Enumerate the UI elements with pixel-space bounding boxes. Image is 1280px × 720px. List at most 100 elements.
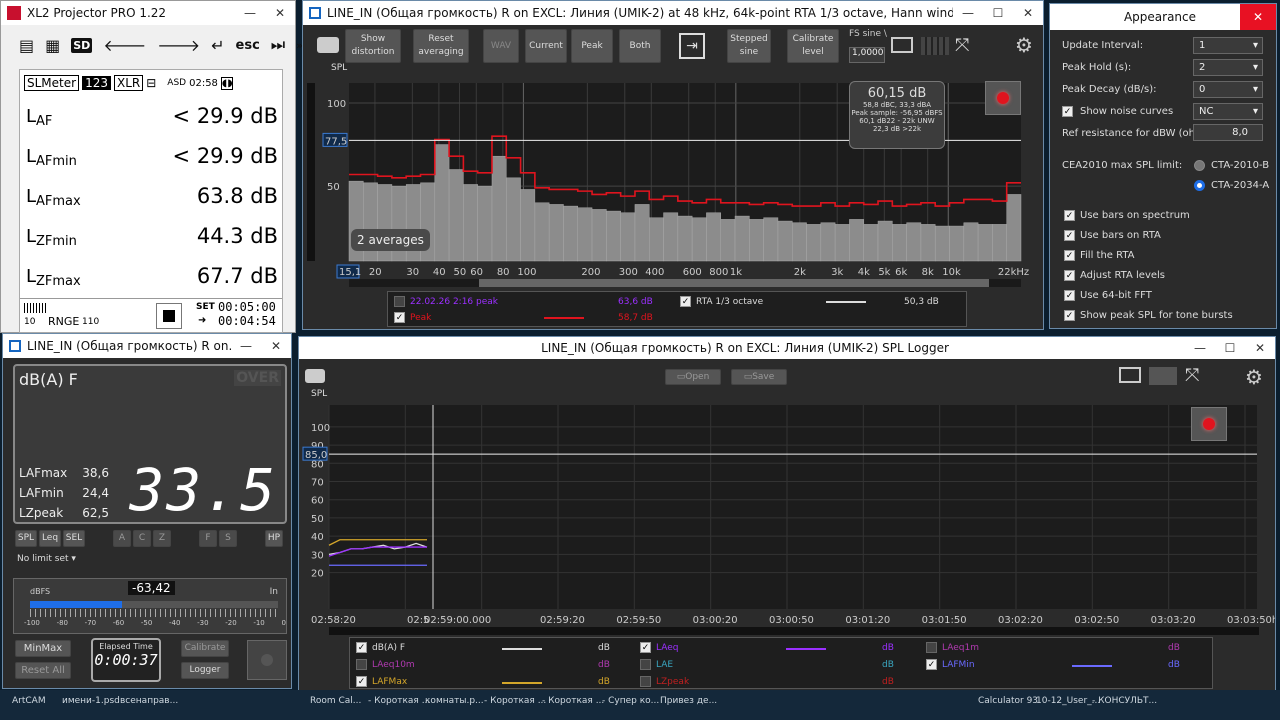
ap-cea-option[interactable]: CTA-2034-A xyxy=(1194,180,1269,191)
rta-scrollbar[interactable] xyxy=(349,279,1021,287)
arrow-right-icon[interactable]: 🡒 xyxy=(157,35,200,55)
meter-btn-c[interactable]: C xyxy=(133,530,151,547)
taskbar-item[interactable]: Calculator 93 xyxy=(978,696,1038,706)
rta-btn-0[interactable]: Show distortion xyxy=(345,29,401,63)
legend-peak-checkbox[interactable]: ✓ xyxy=(394,312,405,323)
settings-gear-icon[interactable]: ⚙ xyxy=(1015,33,1033,57)
ap-checkbox[interactable]: ✓ xyxy=(1064,210,1075,221)
export-icon[interactable]: ⇥ xyxy=(679,33,705,59)
taskbar-item[interactable]: имени-1.psd xyxy=(62,696,120,706)
logger-legend-item[interactable]: LAeq10m xyxy=(356,659,415,670)
logger-legend-checkbox[interactable]: ✓ xyxy=(356,676,367,687)
sd-icon[interactable]: SD xyxy=(71,37,93,53)
grid-view-icon[interactable] xyxy=(921,37,949,55)
taskbar-item[interactable]: - Короткая ... xyxy=(484,696,546,706)
legend-rta[interactable]: ✓ RTA 1/3 octave xyxy=(680,296,763,307)
meter-btn-f[interactable]: F xyxy=(199,530,217,547)
calibrate-button[interactable]: Calibrate xyxy=(181,640,229,657)
meter-btn-leq[interactable]: Leq xyxy=(39,530,61,547)
taskbar-item[interactable]: - Короткая ... xyxy=(542,696,604,706)
ap-checkbox[interactable]: ✓ xyxy=(1064,290,1075,301)
minmax-button[interactable]: MinMax xyxy=(15,640,71,657)
taskbar-item[interactable]: всенаправ... xyxy=(120,696,178,706)
taskbar-item[interactable]: Room Cal... xyxy=(310,696,361,706)
logger-legend-item[interactable]: ✓ LAeq xyxy=(640,642,678,653)
grid-view-icon[interactable] xyxy=(1149,367,1177,385)
minimize-icon[interactable]: — xyxy=(235,6,265,20)
meter-btn-hp[interactable]: HP xyxy=(265,530,283,547)
logger-legend-checkbox[interactable] xyxy=(640,659,651,670)
ap-dropdown[interactable]: 0 xyxy=(1193,81,1263,98)
minimize-icon[interactable]: — xyxy=(953,6,983,20)
close-icon[interactable]: ✕ xyxy=(261,339,291,353)
scroll-thumb[interactable] xyxy=(479,279,989,287)
logger-legend-item[interactable]: ✓ dB(A) F xyxy=(356,642,405,653)
taskbar-item[interactable]: Привез де... xyxy=(660,696,717,706)
rta-vscroll[interactable] xyxy=(307,83,315,261)
logger-button[interactable]: Logger xyxy=(181,662,229,679)
legend-rta-checkbox[interactable]: ✓ xyxy=(680,296,691,307)
limit-dropdown[interactable]: No limit set ▾ xyxy=(17,554,76,564)
maximize-icon[interactable]: ☐ xyxy=(983,6,1013,20)
ap-checkbox[interactable]: ✓ xyxy=(1064,310,1075,321)
fullscreen-icon[interactable]: ⤧ xyxy=(955,35,969,56)
ap-checkbox[interactable]: ✓ xyxy=(1064,250,1075,261)
logger-legend-checkbox[interactable]: ✓ xyxy=(926,659,937,670)
close-icon[interactable]: ✕ xyxy=(1013,6,1043,20)
legend-peak-date[interactable]: 22.02.26 2:16 peak xyxy=(394,296,498,307)
noise-curves-checkbox[interactable]: ✓ xyxy=(1062,106,1073,117)
ap-ref-input[interactable]: 8,0 xyxy=(1193,124,1263,141)
radio-selected-icon[interactable] xyxy=(1194,180,1205,191)
taskbar-item[interactable]: - Короткая ... xyxy=(368,696,430,706)
taskbar-item[interactable]: ArtCAM xyxy=(12,696,46,706)
close-icon[interactable]: ✕ xyxy=(265,6,295,20)
logger-legend-checkbox[interactable] xyxy=(640,676,651,687)
logger-legend-item[interactable]: ✓ LAFMax xyxy=(356,676,407,687)
logger-scrollbar[interactable] xyxy=(329,627,1259,635)
play-icon[interactable]: ⏭ xyxy=(271,35,285,55)
close-icon[interactable]: ✕ xyxy=(1240,4,1276,30)
ap-dropdown[interactable]: 1 xyxy=(1193,37,1263,54)
fs-input[interactable]: 1,0000 xyxy=(849,47,885,63)
minimize-icon[interactable]: — xyxy=(231,339,261,353)
ap-dropdown[interactable]: NC xyxy=(1193,103,1263,120)
logger-legend-item[interactable]: LAE xyxy=(640,659,673,670)
esc-icon[interactable]: esc xyxy=(236,38,260,53)
logger-legend-item[interactable]: LZpeak xyxy=(640,676,689,687)
grid-icon[interactable]: ▦ xyxy=(45,36,60,55)
stop-button[interactable] xyxy=(156,303,182,329)
logger-legend-checkbox[interactable] xyxy=(926,642,937,653)
ap-check-row[interactable]: ✓ Use bars on RTA xyxy=(1064,230,1161,241)
camera-icon[interactable] xyxy=(317,37,339,53)
rta-btn-2[interactable]: WAV xyxy=(483,29,519,63)
list-icon[interactable]: ▤ xyxy=(19,36,34,55)
meter-btn-s[interactable]: S xyxy=(219,530,237,547)
fullscreen-icon[interactable]: ⤧ xyxy=(1185,365,1199,386)
meter-btn-sel[interactable]: SEL xyxy=(63,530,85,547)
taskbar-item[interactable]: - КОНСУЛЬТ... xyxy=(1092,696,1157,706)
logger-legend-item[interactable]: LAeq1m xyxy=(926,642,979,653)
ap-checkbox[interactable]: ✓ xyxy=(1064,270,1075,281)
meter-btn-a[interactable]: A xyxy=(113,530,131,547)
meter-btn-z[interactable]: Z xyxy=(153,530,171,547)
logger-legend-checkbox[interactable]: ✓ xyxy=(356,642,367,653)
rta-btn-4[interactable]: Peak xyxy=(571,29,613,63)
meter-record-button[interactable] xyxy=(247,640,287,680)
ap-check-row[interactable]: ✓ Adjust RTA levels xyxy=(1064,270,1165,281)
rta-btn-7[interactable]: Calibrate level xyxy=(787,29,839,63)
rta-btn-6[interactable]: Stepped sine xyxy=(727,29,771,63)
minimize-icon[interactable]: — xyxy=(1185,341,1215,355)
maximize-icon[interactable]: ☐ xyxy=(1215,341,1245,355)
close-icon[interactable]: ✕ xyxy=(1245,341,1275,355)
legend-peak-date-checkbox[interactable] xyxy=(394,296,405,307)
ap-checkbox[interactable]: ✓ xyxy=(1064,230,1075,241)
ap-check-row[interactable]: ✓ Use 64-bit FFT xyxy=(1064,290,1152,301)
logger-legend-item[interactable]: ✓ LAFMin xyxy=(926,659,975,670)
meter-btn-spl[interactable]: SPL xyxy=(15,530,37,547)
logger-legend-checkbox[interactable] xyxy=(356,659,367,670)
rta-btn-1[interactable]: Reset averaging xyxy=(413,29,469,63)
camera-icon[interactable] xyxy=(305,369,325,383)
taskbar-item[interactable]: - Супер ко... xyxy=(602,696,659,706)
monitor-icon[interactable] xyxy=(891,37,913,53)
legend-peak[interactable]: ✓ Peak xyxy=(394,312,431,323)
